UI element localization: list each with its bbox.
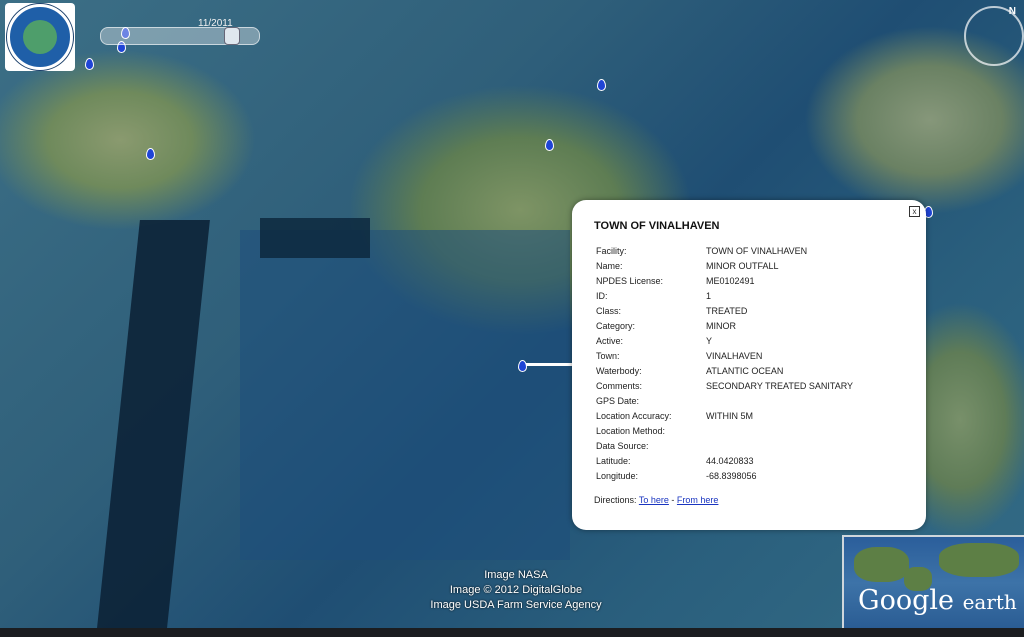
- attribute-value: MINOR: [706, 321, 736, 331]
- attribute-row: Name: MINOR OUTFALL: [596, 261, 916, 276]
- overview-landmass: [854, 547, 909, 582]
- attribute-key: Waterbody:: [596, 366, 642, 376]
- attribute-row: Active: Y: [596, 336, 916, 351]
- attribute-key: Comments:: [596, 381, 643, 391]
- attribute-value: [706, 396, 916, 411]
- attribute-value: TOWN OF VINALHAVEN: [706, 246, 808, 256]
- attribute-value: VINALHAVEN: [706, 351, 763, 361]
- attribute-row: GPS Date:: [596, 396, 916, 411]
- placemark-pin[interactable]: [146, 148, 155, 160]
- attribute-row: Location Accuracy: WITHIN 5M: [596, 411, 916, 426]
- attribute-row: Location Method:: [596, 426, 916, 441]
- time-slider-label: 11/2011: [198, 18, 233, 29]
- attribute-value: WITHIN 5M: [706, 411, 753, 421]
- status-bar: [0, 628, 1024, 637]
- from-here-link[interactable]: From here: [677, 495, 719, 505]
- attribute-key: Category:: [596, 321, 636, 331]
- attribute-key: Data Source:: [596, 441, 649, 451]
- attribute-row: NPDES License: ME0102491: [596, 276, 916, 291]
- imagery-credits: Image NASA Image © 2012 DigitalGlobe Ima…: [400, 568, 632, 613]
- placemark-pin[interactable]: [545, 139, 554, 151]
- google-wordmark: Google: [858, 585, 954, 616]
- attribute-key: Location Method:: [596, 426, 666, 436]
- attribute-row: Data Source:: [596, 441, 916, 456]
- google-earth-logo: Google earth: [858, 585, 1017, 616]
- credit-line: Image USDA Farm Service Agency: [430, 599, 602, 611]
- attribute-table: Facility: TOWN OF VINALHAVEN Name: MINOR O…: [596, 246, 916, 486]
- attribute-key: Town:: [596, 351, 620, 361]
- attribute-key: Class:: [596, 306, 622, 316]
- balloon-pointer: [526, 363, 572, 366]
- north-indicator: N: [1008, 6, 1016, 17]
- overview-map[interactable]: Google earth: [842, 535, 1024, 631]
- balloon-title: TOWN OF VINALHAVEN: [594, 220, 720, 232]
- attribute-value: 1: [706, 291, 712, 301]
- attribute-value: 44.0420833: [706, 456, 754, 466]
- attribute-key: Facility:: [596, 246, 627, 256]
- credit-line: Image © 2012 DigitalGlobe: [449, 584, 583, 596]
- compass-navigation[interactable]: N: [964, 6, 1024, 66]
- attribute-value: [706, 441, 916, 456]
- maine-dep-seal-icon: [7, 4, 73, 70]
- attribute-key: Location Accuracy:: [596, 411, 672, 421]
- overview-landmass: [939, 543, 1019, 577]
- to-here-link[interactable]: To here: [639, 495, 669, 505]
- imagery-gap-strip: [260, 218, 370, 258]
- directions-label: Directions:: [594, 495, 637, 505]
- attribute-row: Comments: SECONDARY TREATED SANITARY: [596, 381, 916, 396]
- attribute-row: Waterbody: ATLANTIC OCEAN: [596, 366, 916, 381]
- attribute-key: Latitude:: [596, 456, 631, 466]
- directions-line: Directions: To here - From here: [594, 495, 718, 505]
- attribute-key: NPDES License:: [596, 276, 664, 286]
- attribute-row: Latitude: 44.0420833: [596, 456, 916, 471]
- attribute-key: Name:: [596, 261, 623, 271]
- attribute-key: ID:: [596, 291, 608, 301]
- attribute-value: ME0102491: [706, 276, 755, 286]
- imagery-tile: [240, 230, 570, 560]
- imagery-gap-strip: [96, 220, 210, 637]
- attribute-row: Class: TREATED: [596, 306, 916, 321]
- placemark-pin[interactable]: [597, 79, 606, 91]
- attribute-value: Y: [706, 336, 713, 346]
- attribute-row: Facility: TOWN OF VINALHAVEN: [596, 246, 916, 261]
- maine-dep-logo: [5, 3, 75, 71]
- attribute-row: ID: 1: [596, 291, 916, 306]
- placemark-pin-selected[interactable]: [518, 360, 527, 372]
- attribute-value: MINOR OUTFALL: [706, 261, 779, 271]
- attribute-value: TREATED: [706, 306, 748, 316]
- info-balloon: TOWN OF VINALHAVEN x Facility: TOWN OF VI…: [572, 200, 926, 530]
- attribute-value: ATLANTIC OCEAN: [706, 366, 784, 376]
- attribute-key: Longitude:: [596, 471, 639, 481]
- attribute-key: GPS Date:: [596, 396, 640, 406]
- directions-separator: -: [671, 495, 675, 505]
- attribute-value: [706, 426, 916, 441]
- attribute-row: Town: VINALHAVEN: [596, 351, 916, 366]
- attribute-value: SECONDARY TREATED SANITARY: [706, 381, 854, 391]
- earth-wordmark: earth: [962, 590, 1017, 614]
- attribute-row: Category: MINOR: [596, 321, 916, 336]
- credit-line: Image NASA: [484, 569, 548, 581]
- close-icon[interactable]: x: [909, 206, 920, 217]
- placemark-pin[interactable]: [85, 58, 94, 70]
- time-slider-handle[interactable]: [224, 27, 240, 45]
- attribute-row: Longitude: -68.8398056: [596, 471, 916, 486]
- attribute-value: -68.8398056: [706, 471, 757, 481]
- attribute-key: Active:: [596, 336, 624, 346]
